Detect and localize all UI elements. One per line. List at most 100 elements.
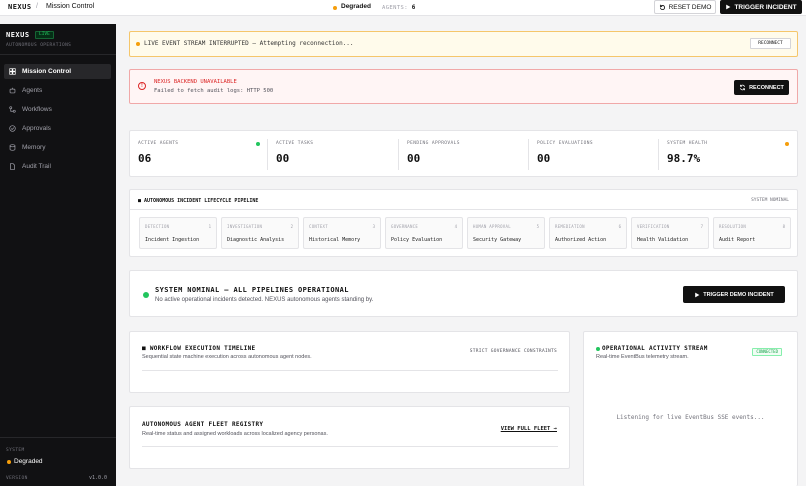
metric-value: 00: [276, 152, 290, 165]
stage-tag: REMEDIATION: [555, 224, 585, 229]
trigger-demo-label: TRIGGER DEMO INCIDENT: [703, 291, 774, 298]
nominal-title: SYSTEM NOMINAL — ALL PIPELINES OPERATION…: [155, 286, 349, 294]
reset-icon: [659, 4, 665, 10]
sidebar-item-label: Workflows: [22, 106, 52, 113]
sidebar-item-label: Agents: [22, 87, 43, 94]
live-badge: LIVE: [35, 31, 54, 39]
brand-logo: NEXUS: [8, 3, 32, 11]
sidebar-item-agents[interactable]: Agents: [4, 83, 111, 98]
metric-pending-approvals: PENDING APPROVALS 00: [407, 139, 537, 170]
sidebar-item-label: Mission Control: [22, 68, 72, 75]
stage-number: 6: [618, 224, 621, 229]
metric-label: PENDING APPROVALS: [407, 141, 460, 146]
sidebar-item-approvals[interactable]: Approvals: [4, 121, 111, 136]
sidebar-brand: NEXUS: [6, 31, 30, 39]
pipeline-title-text: AUTONOMOUS INCIDENT LIFECYCLE PIPELINE: [144, 198, 259, 204]
pipeline-title: ■ AUTONOMOUS INCIDENT LIFECYCLE PIPELINE: [138, 198, 259, 204]
database-icon: [9, 144, 16, 151]
stage-name: Security Gateway: [473, 237, 522, 243]
stage-number: 1: [208, 224, 211, 229]
stage-tag: RESOLUTION: [719, 224, 747, 229]
agents-label: AGENTS:: [382, 5, 408, 11]
file-icon: [10, 163, 15, 170]
metric-label: ACTIVE TASKS: [276, 141, 314, 146]
stage-name: Policy Evaluation: [391, 237, 443, 243]
sidebar-item-label: Audit Trail: [22, 163, 51, 170]
fleet-title: AUTONOMOUS AGENT FLEET REGISTRY: [142, 421, 264, 428]
metric-divider: [398, 139, 399, 170]
metric-divider: [528, 139, 529, 170]
metric-value: 06: [138, 152, 152, 165]
metric-divider: [658, 139, 659, 170]
sidebar-item-memory[interactable]: Memory: [4, 140, 111, 155]
pipeline-stage-detection[interactable]: DETECTION 1 Incident Ingestion: [139, 217, 217, 249]
status-indicator-icon: [333, 6, 337, 10]
trigger-incident-button[interactable]: TRIGGER INCIDENT: [720, 0, 802, 14]
governance-badge: STRICT GOVERNANCE CONSTRAINTS: [469, 349, 557, 354]
system-label: SYSTEM: [6, 448, 25, 453]
agents-value: 6: [411, 4, 416, 11]
pipeline-stage-investigation[interactable]: INVESTIGATION 2 Diagnostic Analysis: [221, 217, 299, 249]
connected-dot-icon: [596, 347, 600, 351]
reset-demo-button[interactable]: RESET DEMO: [654, 0, 716, 14]
breadcrumb-separator: /: [36, 3, 38, 10]
pipeline-stage-human-approval[interactable]: HUMAN APPROVAL 5 Security Gateway: [467, 217, 545, 249]
pipeline-stage-governance[interactable]: GOVERNANCE 4 Policy Evaluation: [385, 217, 463, 249]
system-status-value: Degraded: [14, 458, 43, 465]
status-indicator-icon: [7, 460, 11, 464]
workflow-icon: [9, 106, 16, 113]
timeline-description: Sequential state machine execution acros…: [142, 354, 312, 360]
version-label: VERSION: [6, 476, 28, 481]
stage-number: 3: [372, 224, 375, 229]
play-icon: [695, 292, 700, 297]
reconnect-stream-button[interactable]: RECONNECT: [750, 38, 791, 49]
metric-label: SYSTEM HEALTH: [667, 141, 708, 146]
stage-name: Health Validation: [637, 237, 689, 243]
status-dot-icon: [785, 142, 789, 146]
sidebar-item-audit-trail[interactable]: Audit Trail: [4, 159, 111, 174]
stage-name: Incident Ingestion: [145, 237, 200, 243]
pipeline-stage-remediation[interactable]: REMEDIATION 6 Authorized Action: [549, 217, 627, 249]
sidebar-item-workflows[interactable]: Workflows: [4, 102, 111, 117]
pipeline-stage-resolution[interactable]: RESOLUTION 8 Audit Report: [713, 217, 791, 249]
stage-name: Authorized Action: [555, 237, 607, 243]
stream-empty-state: Listening for live EventBus SSE events..…: [616, 414, 765, 421]
metric-divider: [267, 139, 268, 170]
activity-stream-panel: OPERATIONAL ACTIVITY STREAM Real-time Ev…: [583, 331, 798, 486]
stage-number: 2: [290, 224, 293, 229]
reset-demo-label: RESET DEMO: [668, 3, 712, 11]
stream-description: Real-time EventBus telemetry stream.: [596, 354, 689, 360]
sidebar-item-mission-control[interactable]: Mission Control: [4, 64, 111, 79]
metric-system-health: SYSTEM HEALTH 98.7%: [667, 139, 797, 170]
metric-active-tasks: ACTIVE TASKS 00: [276, 139, 406, 170]
stage-tag: CONTEXT: [309, 224, 328, 229]
stage-tag: DETECTION: [145, 224, 170, 229]
sidebar-item-label: Approvals: [22, 125, 51, 132]
metric-active-agents: ACTIVE AGENTS 06: [138, 139, 268, 170]
metric-label: ACTIVE AGENTS: [138, 141, 179, 146]
stream-title: OPERATIONAL ACTIVITY STREAM: [602, 345, 708, 352]
stage-number: 5: [536, 224, 539, 229]
fleet-description: Real-time status and assigned workloads …: [142, 431, 328, 437]
status-dot-icon: [256, 142, 260, 146]
sidebar: NEXUS LIVE AUTONOMOUS OPERATIONS Mission…: [0, 24, 116, 486]
divider: [142, 446, 558, 447]
pipeline-stage-context[interactable]: CONTEXT 3 Historical Memory: [303, 217, 381, 249]
sidebar-item-label: Memory: [22, 144, 46, 151]
pipeline-stage-verification[interactable]: VERIFICATION 7 Health Validation: [631, 217, 709, 249]
top-bar: NEXUS / Mission Control Degraded AGENTS:…: [0, 0, 806, 16]
timeline-title: ■ WORKFLOW EXECUTION TIMELINE: [142, 345, 256, 352]
view-full-fleet-link[interactable]: VIEW FULL FLEET →: [501, 426, 557, 432]
trigger-demo-incident-button[interactable]: TRIGGER DEMO INCIDENT: [683, 286, 785, 303]
sidebar-divider: [0, 54, 116, 55]
stage-name: Audit Report: [719, 237, 756, 243]
trigger-incident-label: TRIGGER INCIDENT: [734, 3, 797, 11]
version-value: v1.0.0: [89, 475, 108, 481]
system-nominal-panel: SYSTEM NOMINAL — ALL PIPELINES OPERATION…: [129, 270, 798, 317]
sidebar-divider: [0, 437, 116, 438]
error-description: Failed to fetch audit logs: HTTP 500: [154, 88, 274, 94]
warning-dot-icon: [136, 42, 140, 46]
grid-icon: [9, 68, 16, 75]
stage-tag: INVESTIGATION: [227, 224, 263, 229]
reconnect-backend-button[interactable]: RECONNECT: [734, 80, 789, 95]
